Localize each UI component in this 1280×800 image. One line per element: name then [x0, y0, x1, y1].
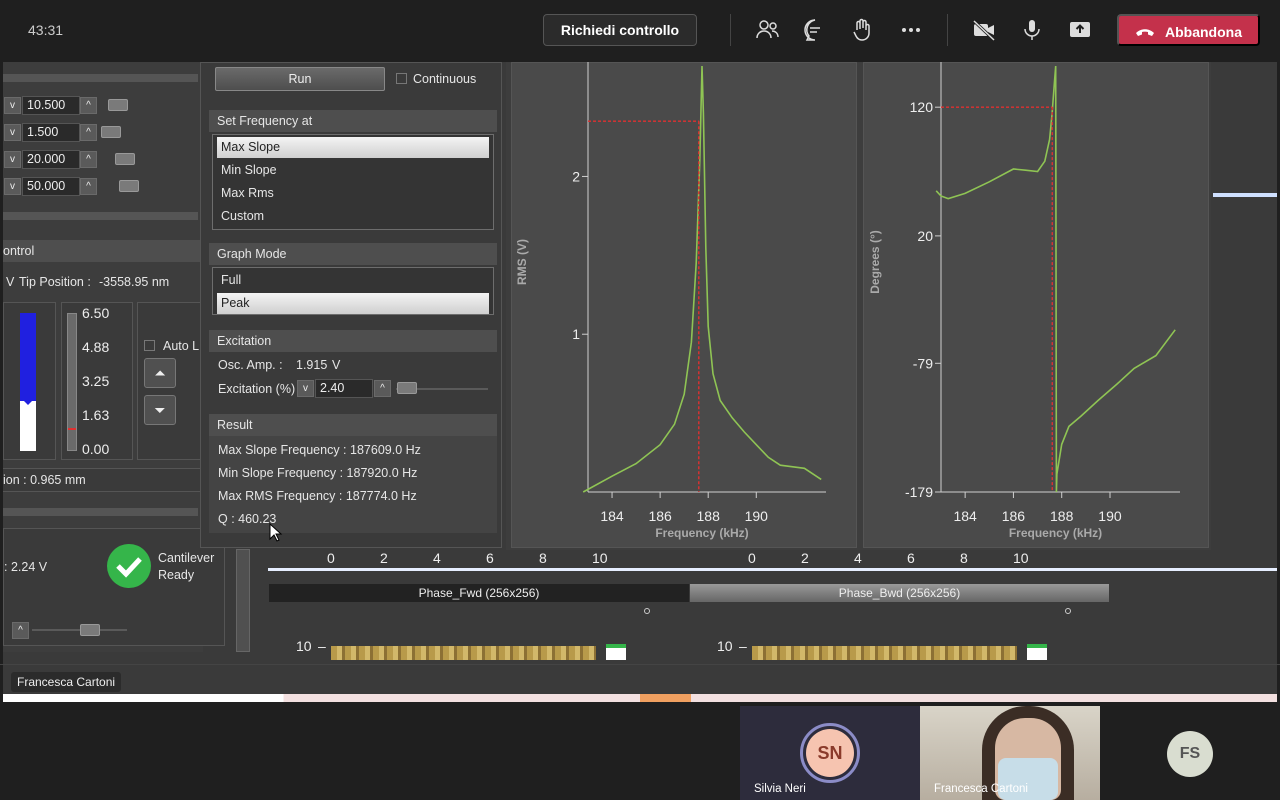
chat-icon[interactable] — [801, 16, 829, 44]
axis-tick-label: 4 — [433, 550, 441, 566]
stage-divider — [0, 664, 1280, 665]
indicator-dot — [1065, 608, 1071, 614]
indicator-dot — [644, 608, 650, 614]
participant-tile[interactable]: SN Silvia Neri — [740, 706, 920, 800]
mouse-cursor-icon — [269, 523, 283, 542]
axis-tick-label: 6 — [486, 550, 494, 566]
axis-tick-label: 10 — [1013, 550, 1029, 566]
axis-tick-label: 0 — [748, 550, 756, 566]
scale-dash: – — [739, 638, 747, 654]
axis-tick-label: 0 — [327, 550, 335, 566]
participant-video-tile[interactable]: Francesca Cartoni — [920, 706, 1100, 800]
participant-name: Francesca Cartoni — [934, 783, 1028, 795]
participant-tile[interactable]: FS — [1100, 706, 1280, 800]
share-screen-icon[interactable] — [1066, 16, 1094, 44]
x-tick-label: 190 — [1098, 508, 1122, 524]
axis-tick-label: 10 — [592, 550, 608, 566]
x-tick-label: 188 — [697, 508, 721, 524]
shared-screen: v 10.500 ^ v 1.500 ^ v 20.000 ^ v 50.000… — [3, 62, 1277, 702]
color-legend — [1027, 644, 1047, 660]
color-legend — [606, 644, 626, 660]
phase-fwd-image — [331, 646, 596, 660]
axis-tick-label: 6 — [907, 550, 915, 566]
toolbar-divider — [947, 14, 948, 46]
x-tick-label: 186 — [1002, 508, 1026, 524]
avatar: FS — [1167, 731, 1213, 777]
hang-up-icon — [1136, 29, 1154, 36]
request-control-button[interactable]: Richiedi controllo — [543, 14, 697, 46]
channel-area — [266, 550, 1277, 702]
meeting-toolbar: 43:31 Richiedi controllo Abbandona — [0, 0, 1280, 60]
x-tick-label: 188 — [1050, 508, 1074, 524]
y-tick-label: 20 — [917, 228, 933, 244]
axis-tick-label: 8 — [539, 550, 547, 566]
leave-label: Abbandona — [1165, 24, 1242, 40]
scale-dash: – — [318, 638, 326, 654]
people-icon[interactable] — [753, 16, 781, 44]
y-axis-label: RMS (V) — [515, 239, 529, 285]
x-tick-label: 190 — [745, 508, 769, 524]
camera-off-icon[interactable] — [970, 16, 998, 44]
toolbar-divider — [730, 14, 731, 46]
taskbar-strip — [3, 694, 1277, 702]
y-tick-label: -79 — [913, 355, 933, 371]
y-tick-label: 1 — [572, 326, 580, 342]
phase-bwd-image — [752, 646, 1017, 660]
axis-tick-label: 4 — [854, 550, 862, 566]
axis-tick-label: 2 — [801, 550, 809, 566]
scale-label-bwd: 10 — [717, 638, 733, 654]
raise-hand-icon[interactable] — [849, 16, 877, 44]
y-axis-label: Degrees (°) — [868, 230, 882, 294]
x-tick-label: 184 — [953, 508, 977, 524]
series-line — [582, 65, 822, 493]
channel-tab-bwd[interactable]: Phase_Bwd (256x256) — [690, 584, 1109, 602]
x-tick-label: 184 — [600, 508, 624, 524]
x-tick-label: 186 — [648, 508, 672, 524]
series-line — [935, 65, 1176, 493]
y-tick-label: 2 — [572, 168, 580, 184]
more-options-icon[interactable] — [897, 16, 925, 44]
avatar: SN — [806, 729, 854, 777]
participant-name: Silvia Neri — [754, 783, 806, 795]
speaking-ring: SN — [800, 723, 860, 783]
y-tick-label: -179 — [905, 484, 933, 500]
x-axis-label: Frequency (kHz) — [655, 526, 748, 540]
y-tick-label: 120 — [910, 99, 934, 115]
channel-tab-fwd[interactable]: Phase_Fwd (256x256) — [269, 584, 689, 602]
scale-label-fwd: 10 — [296, 638, 312, 654]
timeline-bar — [268, 568, 1277, 571]
axis-tick-label: 8 — [960, 550, 968, 566]
meeting-timer: 43:31 — [28, 22, 64, 38]
presenter-name-tag: Francesca Cartoni — [11, 672, 122, 692]
leave-call-button[interactable]: Abbandona — [1117, 14, 1260, 46]
x-axis-label: Frequency (kHz) — [1009, 526, 1102, 540]
microphone-icon[interactable] — [1018, 16, 1046, 44]
axis-tick-label: 2 — [380, 550, 388, 566]
